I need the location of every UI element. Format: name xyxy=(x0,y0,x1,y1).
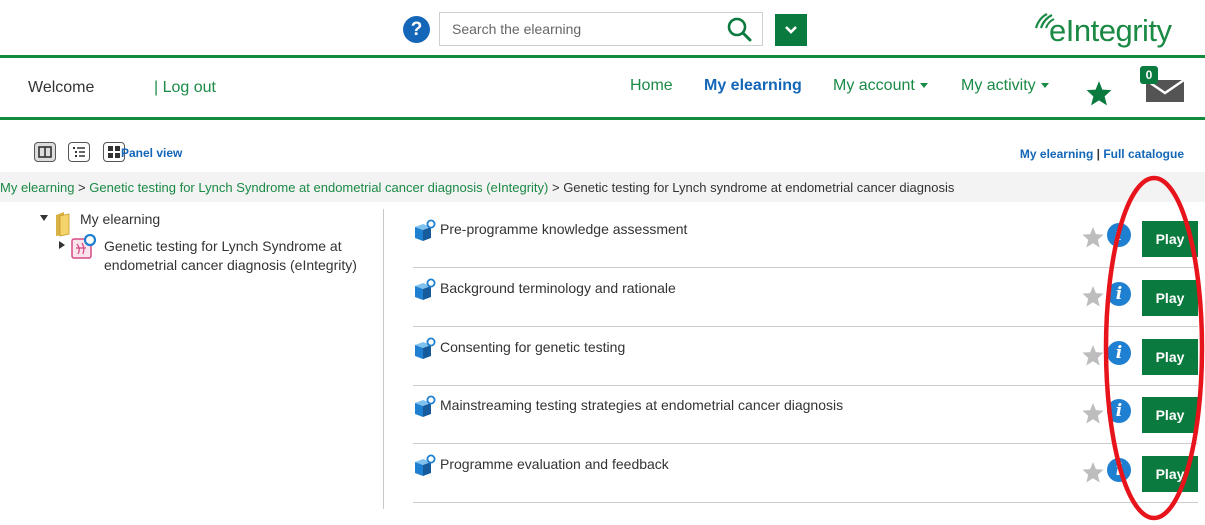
welcome-text: Welcome xyxy=(28,79,95,96)
caret-down-icon xyxy=(1040,83,1049,89)
breadcrumb: My elearning > Genetic testing for Lynch… xyxy=(0,172,1205,202)
session-title[interactable]: Programme evaluation and feedback xyxy=(440,456,669,472)
top-bar: ? eIntegrity xyxy=(0,0,1205,56)
logo-text: eIntegrity xyxy=(1049,13,1172,48)
session-title[interactable]: Pre-programme knowledge assessment xyxy=(440,221,687,237)
session-row: Consenting for genetic testing i Play xyxy=(413,327,1198,386)
favourites-star-icon[interactable] xyxy=(1085,80,1113,106)
tree-item-label: Genetic testing for Lynch Syndrome at en… xyxy=(104,238,357,273)
search-box xyxy=(439,12,763,46)
learning-object-icon xyxy=(415,337,436,359)
session-row: Background terminology and rationale i Pla… xyxy=(413,268,1198,327)
session-row: Mainstreaming testing strategies at endo… xyxy=(413,385,1198,444)
view-list-button[interactable] xyxy=(68,142,90,162)
learning-object-icon xyxy=(415,219,436,241)
chevron-down-icon xyxy=(785,26,797,34)
info-icon[interactable]: i xyxy=(1107,282,1131,306)
list-view-icon xyxy=(73,147,85,157)
play-button[interactable]: Play xyxy=(1142,280,1198,316)
help-button[interactable]: ? xyxy=(403,16,430,43)
session-title[interactable]: Consenting for genetic testing xyxy=(440,339,625,355)
favourite-star-icon[interactable] xyxy=(1081,461,1105,483)
nav-home-label: Home xyxy=(630,77,673,94)
logout-link[interactable]: | Log out xyxy=(154,79,216,97)
play-button[interactable]: Play xyxy=(1142,339,1198,375)
favourite-star-icon[interactable] xyxy=(1081,226,1105,248)
breadcrumb-current: Genetic testing for Lynch syndrome at en… xyxy=(563,180,955,195)
session-row: Pre-programme knowledge assessment i Play xyxy=(413,209,1198,268)
session-row: Programme evaluation and feedback i Play xyxy=(413,444,1198,503)
favourite-star-icon[interactable] xyxy=(1081,344,1105,366)
search-icon[interactable] xyxy=(726,16,752,42)
session-title[interactable]: Mainstreaming testing strategies at endo… xyxy=(440,397,843,413)
messages-button[interactable]: 0 xyxy=(1134,66,1184,104)
tree-divider xyxy=(383,209,384,509)
nav-divider xyxy=(0,117,1205,120)
course-programme-icon xyxy=(71,234,96,259)
nav-home[interactable]: Home xyxy=(630,77,673,95)
learning-object-icon xyxy=(415,395,436,417)
learning-object-icon xyxy=(415,278,436,300)
play-button[interactable]: Play xyxy=(1142,456,1198,492)
search-input[interactable] xyxy=(440,13,710,45)
catalogue-separator: | xyxy=(1093,147,1104,161)
play-button[interactable]: Play xyxy=(1142,221,1198,257)
panel-view-link[interactable]: Panel view xyxy=(121,146,182,160)
full-catalogue-link[interactable]: Full catalogue xyxy=(1103,147,1184,161)
favourite-star-icon[interactable] xyxy=(1081,285,1105,307)
learning-object-icon xyxy=(415,454,436,476)
nav-my-account[interactable]: My account xyxy=(833,77,928,95)
collapsed-triangle-icon[interactable] xyxy=(58,240,66,250)
nav-my-elearning[interactable]: My elearning xyxy=(704,77,802,95)
session-title[interactable]: Background terminology and rationale xyxy=(440,280,676,296)
breadcrumb-programme[interactable]: Genetic testing for Lynch Syndrome at en… xyxy=(89,180,548,195)
tree-root-label: My elearning xyxy=(80,211,161,227)
breadcrumb-separator: > xyxy=(548,180,564,195)
nav-my-account-label: My account xyxy=(833,77,915,94)
nav-my-activity-label: My activity xyxy=(961,77,1036,94)
info-icon[interactable]: i xyxy=(1107,458,1131,482)
expanded-triangle-icon[interactable] xyxy=(39,214,49,222)
nav-bar: Welcome | Log out Home My elearning My a… xyxy=(0,58,1205,118)
info-icon[interactable]: i xyxy=(1107,399,1131,423)
play-button[interactable]: Play xyxy=(1142,397,1198,433)
nav-my-elearning-label: My elearning xyxy=(704,77,802,94)
favourite-star-icon[interactable] xyxy=(1081,402,1105,424)
panel-view-icon xyxy=(38,146,52,158)
catalogue-links: My elearning | Full catalogue xyxy=(1020,147,1184,161)
my-elearning-link[interactable]: My elearning xyxy=(1020,147,1093,161)
nav-my-activity[interactable]: My activity xyxy=(961,77,1049,95)
breadcrumb-my-elearning[interactable]: My elearning xyxy=(0,180,74,195)
caret-down-icon xyxy=(919,83,928,89)
info-icon[interactable]: i xyxy=(1107,341,1131,365)
search-options-button[interactable] xyxy=(775,14,807,46)
view-panel-button[interactable] xyxy=(34,142,56,162)
mail-count-badge: 0 xyxy=(1140,66,1158,84)
info-icon[interactable]: i xyxy=(1107,223,1131,247)
breadcrumb-separator: > xyxy=(74,180,90,195)
